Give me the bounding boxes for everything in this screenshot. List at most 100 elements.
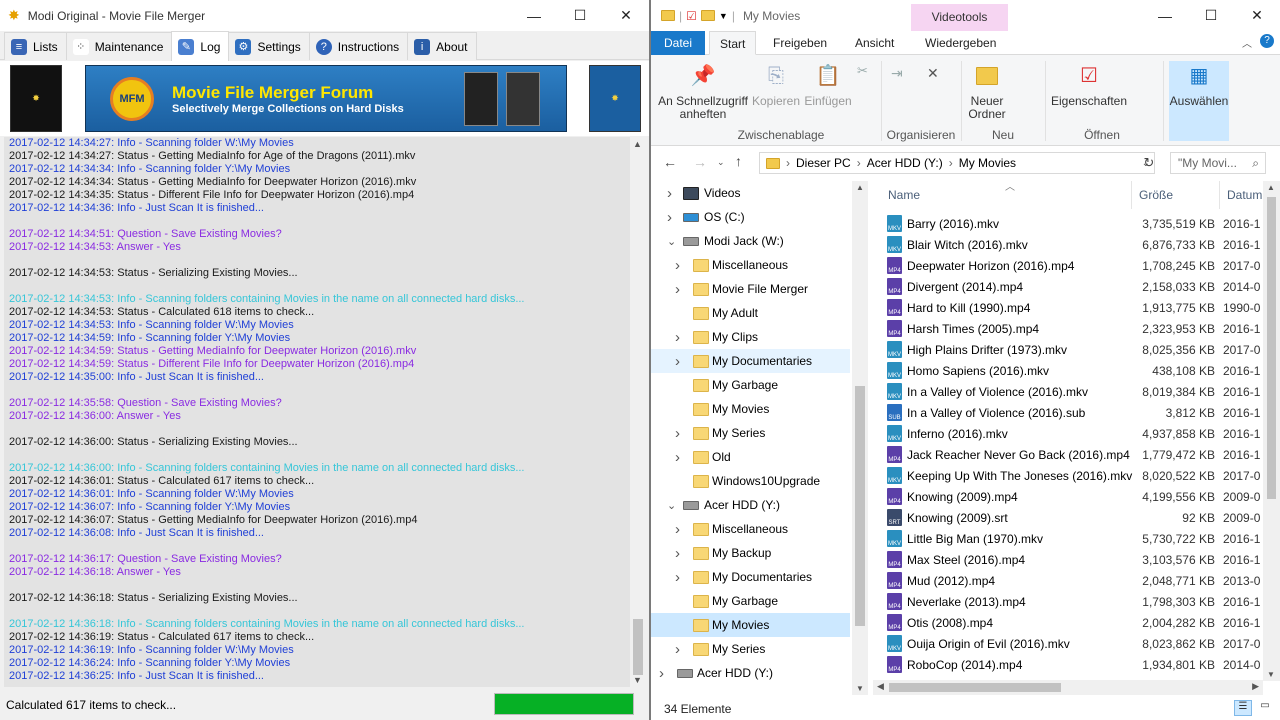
close-button[interactable]: ✕ (1234, 0, 1280, 31)
navigation-pane[interactable]: › Videos › OS (C:) ⌄ Modi Jack (W:) › Miscellan… (651, 181, 869, 695)
chevron-right-icon[interactable]: › (659, 665, 664, 682)
scroll-thumb[interactable] (855, 386, 865, 626)
chevron-right-icon[interactable]: › (675, 257, 680, 274)
column-name[interactable]: Name (888, 188, 920, 202)
file-row[interactable]: MKV In a Valley of Violence (2016).mkv 8,0… (887, 381, 1267, 402)
log-scrollbar[interactable]: ▲ ▼ (630, 137, 646, 687)
tiles-view-icon[interactable]: ▭ (1256, 700, 1274, 716)
tab-instructions[interactable]: ? Instructions (308, 32, 409, 60)
cut-icon[interactable]: ✂ (857, 63, 868, 79)
nav-item[interactable]: › My Clips (651, 325, 850, 349)
scroll-left-icon[interactable]: ◀ (877, 681, 884, 692)
close-button[interactable]: ✕ (603, 0, 649, 31)
chevron-down-icon[interactable]: ⌄ (667, 499, 676, 512)
select-button[interactable]: ▦ Auswählen (1169, 61, 1229, 141)
nav-item[interactable]: › My Documentaries (651, 349, 850, 373)
maximize-button[interactable]: ☐ (1188, 0, 1234, 31)
collapse-ribbon-icon[interactable]: ︿ (1242, 35, 1252, 50)
pin-button[interactable]: 📌 An Schnellzugriff anheften (657, 61, 749, 121)
details-view-icon[interactable]: ☰ (1234, 700, 1252, 716)
file-row[interactable]: SUB In a Valley of Violence (2016).sub 3,8… (887, 402, 1267, 423)
chevron-right-icon[interactable]: › (675, 353, 680, 370)
log-textbox[interactable]: 2017-02-12 14:34:27: Info - Scanning fol… (4, 137, 630, 687)
file-row[interactable]: MP4 RoboCop (2014).mp4 1,934,801 KB 2014-0 (887, 654, 1267, 675)
breadcrumb-item[interactable]: Dieser PC (796, 156, 851, 170)
nav-item[interactable]: ⌄ Modi Jack (W:) (651, 229, 850, 253)
chevron-right-icon[interactable]: › (675, 449, 680, 466)
file-row[interactable]: MP4 Deepwater Horizon (2016).mp4 1,708,245… (887, 255, 1267, 276)
scroll-down-icon[interactable]: ▼ (633, 675, 642, 685)
file-list[interactable]: Name ︿ Größe Datum MKV Barry (2016).mkv 3,… (873, 181, 1280, 695)
scroll-up-icon[interactable]: ▲ (856, 183, 864, 192)
nav-item[interactable]: My Garbage (651, 373, 850, 397)
delete-icon[interactable]: ✕ (927, 65, 939, 82)
copy-button[interactable]: ⎘ Kopieren (751, 61, 801, 108)
maximize-button[interactable]: ☐ (557, 0, 603, 31)
properties-icon[interactable]: ☑ (686, 9, 697, 23)
nav-item[interactable]: › Miscellaneous (651, 517, 850, 541)
tab-wiedergeben[interactable]: Wiedergeben (915, 31, 1006, 55)
file-row[interactable]: SRT Knowing (2009).srt 92 KB 2009-0 (887, 507, 1267, 528)
tab-start[interactable]: Start (709, 31, 757, 55)
column-date[interactable]: Datum (1227, 188, 1262, 202)
chevron-right-icon[interactable]: › (675, 641, 680, 658)
chevron-right-icon[interactable]: › (675, 425, 680, 442)
scroll-thumb[interactable] (1267, 197, 1276, 499)
up-icon[interactable]: ↑ (735, 153, 742, 169)
file-row[interactable]: MKV Keeping Up With The Joneses (2016).mk… (887, 465, 1267, 486)
new-folder-button[interactable]: Neuer Ordner (965, 61, 1009, 121)
file-row[interactable]: MKV Barry (2016).mkv 3,735,519 KB 2016-1 (887, 213, 1267, 234)
tab-datei[interactable]: Datei (651, 31, 705, 55)
back-icon[interactable]: ← (663, 154, 677, 170)
address-bar[interactable]: › Dieser PC › Acer HDD (Y:) › My Movies … (759, 152, 1155, 174)
new-folder-icon[interactable] (700, 10, 715, 21)
recent-chevron-icon[interactable]: ⌄ (717, 157, 725, 168)
file-row[interactable]: MP4 Hard to Kill (1990).mp4 1,913,775 KB 19… (887, 297, 1267, 318)
file-row[interactable]: MKV Little Big Man (1970).mkv 5,730,722 KB… (887, 528, 1267, 549)
nav-item[interactable]: ⌄ Acer HDD (Y:) (651, 493, 850, 517)
breadcrumb-item[interactable]: My Movies (959, 156, 1016, 170)
column-size[interactable]: Größe (1139, 188, 1173, 202)
file-row[interactable]: MP4 Jack Reacher Never Go Back (2016).mp4… (887, 444, 1267, 465)
file-row[interactable]: MP4 Max Steel (2016).mp4 3,103,576 KB 2016-… (887, 549, 1267, 570)
nav-item[interactable]: › Miscellaneous (651, 253, 850, 277)
scroll-thumb[interactable] (889, 683, 1061, 692)
forward-icon[interactable]: → (693, 154, 707, 170)
tab-freigeben[interactable]: Freigeben (763, 31, 837, 55)
file-hscrollbar[interactable]: ◀ ▶ (873, 680, 1263, 695)
file-row[interactable]: MKV High Plains Drifter (1973).mkv 8,025,3… (887, 339, 1267, 360)
chevron-right-icon[interactable]: › (675, 569, 680, 586)
nav-item[interactable]: › My Series (651, 637, 850, 661)
scroll-right-icon[interactable]: ▶ (1252, 681, 1259, 692)
file-row[interactable]: MKV Ouija Origin of Evil (2016).mkv 8,023,… (887, 633, 1267, 654)
nav-item[interactable]: › Videos (651, 181, 850, 205)
chevron-right-icon[interactable]: › (675, 521, 680, 538)
chevron-right-icon[interactable]: › (667, 185, 672, 202)
forum-banner[interactable]: MFM Movie File Merger Forum Selectively … (85, 65, 567, 132)
chevron-right-icon[interactable]: › (675, 545, 680, 562)
nav-item[interactable]: › Old (651, 445, 850, 469)
file-row[interactable]: MP4 Neverlake (2013).mp4 1,798,303 KB 2016-… (887, 591, 1267, 612)
file-vscrollbar[interactable]: ▲ ▼ (1263, 181, 1280, 681)
scroll-up-icon[interactable]: ▲ (1267, 183, 1275, 192)
scroll-up-icon[interactable]: ▲ (633, 139, 642, 149)
nav-item[interactable]: My Garbage (651, 589, 850, 613)
chevron-right-icon[interactable]: › (667, 209, 672, 226)
chevron-right-icon[interactable]: › (675, 281, 680, 298)
minimize-button[interactable]: — (511, 0, 557, 31)
chevron-down-icon[interactable]: ⌄ (667, 235, 676, 248)
scroll-down-icon[interactable]: ▼ (1267, 670, 1275, 679)
tab-settings[interactable]: ⚙ Settings (228, 32, 310, 60)
nav-item[interactable]: › My Documentaries (651, 565, 850, 589)
scroll-thumb[interactable] (633, 619, 643, 675)
properties-button[interactable]: ☑ Eigenschaften (1049, 61, 1129, 108)
nav-item[interactable]: › My Series (651, 421, 850, 445)
file-row[interactable]: MP4 Divergent (2014).mp4 2,158,033 KB 2014-… (887, 276, 1267, 297)
tab-ansicht[interactable]: Ansicht (845, 31, 904, 55)
paste-button[interactable]: 📋 Einfügen (803, 61, 853, 108)
refresh-icon[interactable]: ↻ (1139, 155, 1159, 171)
nav-item[interactable]: › Acer HDD (Y:) (651, 661, 850, 685)
nav-item[interactable]: › Movie File Merger (651, 277, 850, 301)
nav-item[interactable]: Windows10Upgrade (651, 469, 850, 493)
file-row[interactable]: MP4 Knowing (2009).mp4 4,199,556 KB 2009-0 (887, 486, 1267, 507)
